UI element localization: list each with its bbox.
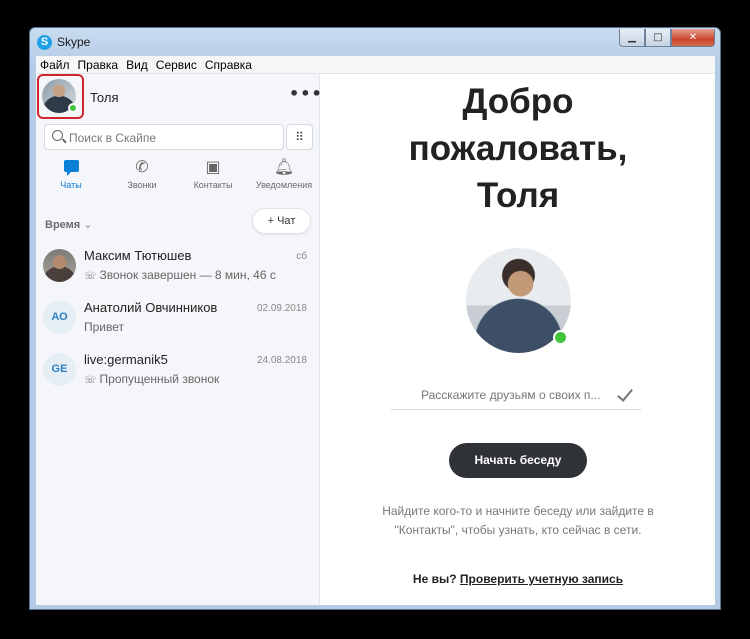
chat-list-item[interactable]: GE live:germanik5 24.08.2018 ☏ Пропущенны…: [36, 346, 320, 398]
title-bar: S Skype ▁ □ ✕: [30, 28, 720, 56]
tab-label: Контакты: [193, 180, 233, 190]
dialpad-icon: ⠿: [295, 130, 304, 144]
online-status-icon: [68, 103, 78, 113]
check-account-link[interactable]: Проверить учетную запись: [460, 572, 623, 586]
online-status-icon: [553, 330, 568, 345]
app-content: Толя ••• ⠿ Чаты ✆ Звонки ▣: [36, 74, 715, 605]
contact-name: Максим Тютюшев: [84, 248, 192, 263]
welcome-line-2: пожаловать,: [408, 129, 628, 168]
skype-window: S Skype ▁ □ ✕ Файл Правка Вид Сервис Спр…: [29, 27, 721, 610]
dialpad-button[interactable]: ⠿: [286, 124, 313, 150]
chat-date: 24.08.2018: [256, 355, 307, 366]
contact-name: Анатолий Овчинников: [84, 300, 218, 315]
chat-icon: [36, 156, 106, 178]
menu-edit[interactable]: Правка: [74, 58, 123, 72]
tab-notifications[interactable]: 🔔︎ Уведомления: [249, 156, 319, 190]
welcome-line-1: Добро: [462, 82, 574, 121]
not-you-label: Не вы?: [412, 572, 457, 586]
chat-preview-text: Привет: [84, 320, 125, 334]
chevron-down-icon: ⌄: [83, 219, 93, 231]
bell-icon: 🔔︎: [273, 157, 295, 176]
skype-logo-icon: S: [37, 35, 52, 50]
mood-message-input[interactable]: [391, 380, 641, 410]
profile-name[interactable]: Толя: [90, 90, 119, 105]
chat-date: сб: [296, 251, 307, 262]
tab-label: Чаты: [60, 180, 82, 190]
missed-call-icon: ☏: [84, 375, 97, 386]
tab-label: Уведомления: [255, 180, 313, 190]
welcome-line-3: Толя: [476, 176, 560, 215]
tab-contacts[interactable]: ▣ Контакты: [178, 156, 248, 190]
contact-name: live:germanik5: [84, 352, 168, 367]
chat-list: Максим Тютюшев сб ☏ Звонок завершен — 8 м…: [36, 242, 320, 398]
contacts-icon: ▣: [205, 157, 221, 176]
more-options-button[interactable]: •••: [289, 84, 323, 103]
start-conversation-button[interactable]: Начать беседу: [449, 443, 587, 478]
tab-calls[interactable]: ✆ Звонки: [107, 156, 177, 190]
contact-avatar: АО: [43, 301, 76, 334]
window-controls: ▁ □ ✕: [619, 29, 715, 47]
menu-tools[interactable]: Сервис: [152, 58, 201, 72]
phone-icon: ✆: [135, 157, 149, 176]
window-title: Skype: [57, 35, 91, 49]
account-footer: Не вы? Проверить учетную запись: [321, 572, 715, 586]
chat-list-item[interactable]: АО Анатолий Овчинников 02.09.2018 Привет: [36, 294, 320, 346]
minimize-button[interactable]: ▁: [619, 29, 645, 47]
search-box[interactable]: [44, 124, 284, 150]
sort-label: Время: [45, 219, 81, 231]
menu-help[interactable]: Справка: [201, 58, 256, 72]
welcome-heading: Добро пожаловать, Толя: [321, 78, 715, 219]
contact-avatar: [43, 249, 76, 282]
maximize-button[interactable]: □: [645, 29, 671, 47]
search-icon: [52, 130, 63, 141]
search-input[interactable]: [69, 129, 279, 146]
sort-dropdown[interactable]: Время ⌄: [45, 218, 92, 231]
menu-bar: Файл Правка Вид Сервис Справка: [36, 56, 715, 74]
chat-preview: ☏ Пропущенный звонок: [84, 372, 219, 386]
menu-file[interactable]: Файл: [36, 58, 74, 72]
chat-list-item[interactable]: Максим Тютюшев сб ☏ Звонок завершен — 8 м…: [36, 242, 320, 294]
sidebar: Толя ••• ⠿ Чаты ✆ Звонки ▣: [36, 74, 323, 605]
new-chat-button[interactable]: + Чат: [252, 208, 311, 234]
chat-preview: ☏ Звонок завершен — 8 мин, 46 с: [84, 268, 276, 282]
chat-preview-text: Звонок завершен — 8 мин, 46 с: [99, 268, 276, 282]
close-button[interactable]: ✕: [671, 29, 715, 47]
tab-label: Звонки: [127, 180, 157, 190]
nav-tabs: Чаты ✆ Звонки ▣ Контакты 🔔︎ Уведомления: [36, 156, 320, 198]
call-ended-icon: ☏: [84, 271, 97, 282]
chat-preview-text: Пропущенный звонок: [99, 372, 220, 386]
menu-view[interactable]: Вид: [122, 58, 152, 72]
chat-date: 02.09.2018: [256, 303, 307, 314]
welcome-panel: Добро пожаловать, Толя Начать беседу Най…: [321, 74, 715, 605]
tab-chats[interactable]: Чаты: [36, 156, 106, 190]
hint-text: Найдите кого-то и начните беседу или зай…: [382, 504, 654, 537]
contact-avatar: GE: [43, 353, 76, 386]
